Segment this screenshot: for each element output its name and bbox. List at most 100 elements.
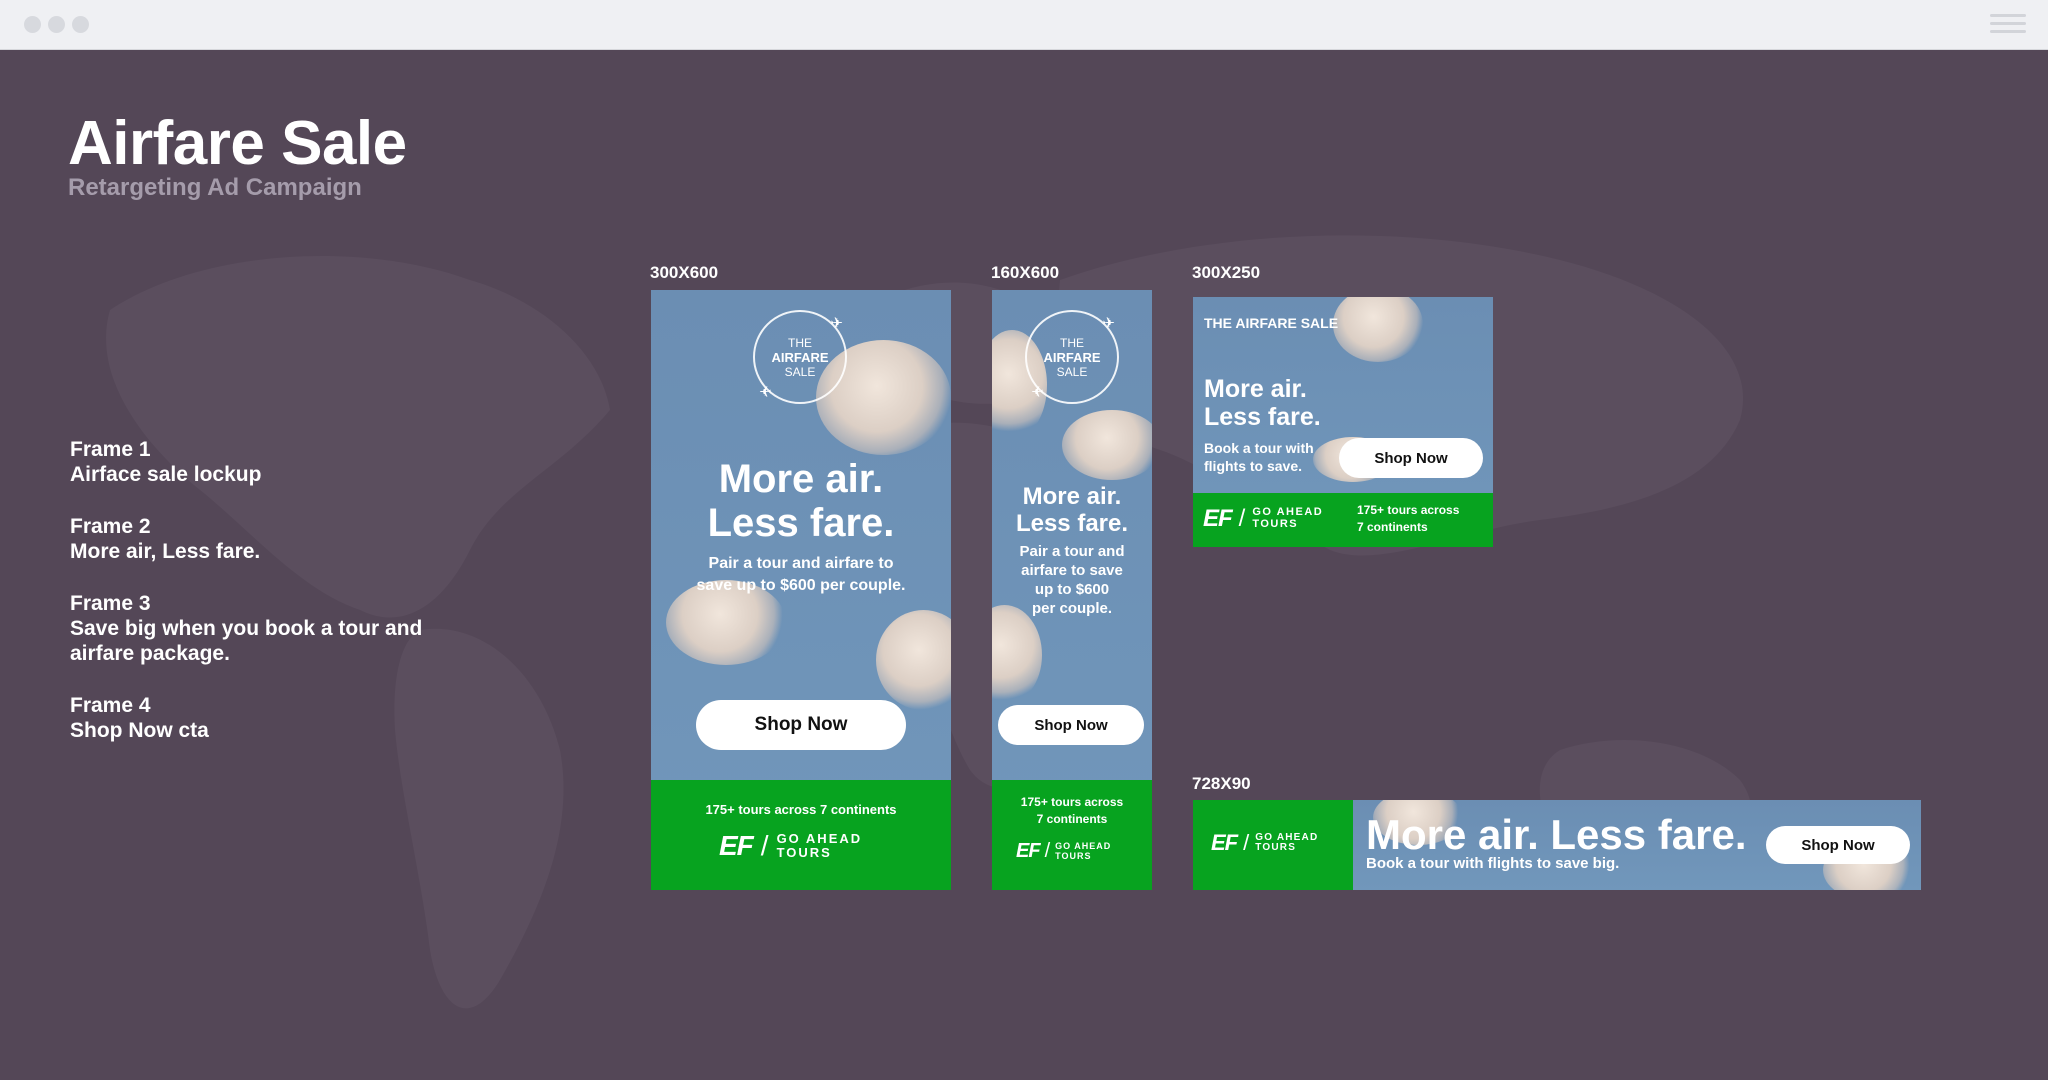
headline-line: More air.: [718, 457, 884, 501]
frame-item: Frame 3 Save big when you book a tour an…: [70, 591, 470, 666]
ef-go-ahead-tours-logo: EF / GO AHEAD TOURS: [719, 830, 862, 862]
tours-count-text: 175+ tours across 7 continents: [705, 802, 897, 817]
airfare-sale-lockup: THE AIRFARE SALE ✈ ✈: [1025, 310, 1119, 404]
window-maximize-dot[interactable]: [72, 16, 89, 33]
ad-headline: More air. Less fare.: [992, 483, 1152, 537]
subtext-line: Book a tour with: [1204, 440, 1314, 456]
headline-line: Less fare.: [1015, 510, 1129, 537]
ef-go-ahead-tours-logo: EF / GO AHEAD TOURS: [1016, 840, 1111, 863]
tours-count-text: 175+ tours across 7 continents: [1357, 502, 1459, 536]
logo-mark: EF: [719, 830, 754, 861]
subtext-line: Pair a tour and: [1019, 543, 1125, 560]
airplane-icon: ✈: [1031, 382, 1044, 399]
ad-160x600[interactable]: THE AIRFARE SALE ✈ ✈ More air. Less fare…: [992, 290, 1152, 890]
ad-subtext: Pair a tour and airfare to save up to $6…: [651, 553, 951, 597]
lockup-airfare: AIRFARE: [1043, 349, 1101, 365]
lockup-airfare: AIRFARE: [771, 349, 829, 365]
shop-now-button[interactable]: Shop Now: [1339, 438, 1483, 478]
tours-count-text: 175+ tours across 7 continents: [992, 794, 1152, 828]
logo-line: TOURS: [776, 845, 832, 860]
brand-footer: 175+ tours across 7 continents EF / GO A…: [651, 780, 951, 890]
logo-line: TOURS: [1055, 850, 1092, 861]
frame-description: Shop Now cta: [70, 719, 209, 742]
window-close-dot[interactable]: [24, 16, 41, 33]
logo-divider: /: [760, 830, 769, 861]
logo-line: TOURS: [1252, 518, 1299, 530]
ad-size-label-160x600: 160X600: [991, 263, 1060, 282]
logo-wordmark: GO AHEAD TOURS: [777, 832, 863, 859]
frame-title: Frame 4: [70, 694, 151, 717]
subtext-line: flights to save.: [1204, 458, 1303, 474]
ad-728x90[interactable]: EF / GO AHEAD TOURS More air. Less fare.…: [1193, 800, 1921, 890]
logo-line: GO AHEAD: [776, 831, 863, 847]
logo-divider: /: [1243, 830, 1250, 855]
frame-item: Frame 4 Shop Now cta: [70, 693, 470, 743]
ad-size-label-300x600: 300X600: [650, 263, 719, 282]
lockup-the: THE: [788, 335, 812, 350]
headline-line: Less fare.: [707, 501, 895, 545]
logo-mark: EF: [1203, 505, 1233, 532]
frame-item: Frame 2 More air, Less fare.: [70, 514, 470, 564]
shop-now-button[interactable]: Shop Now: [696, 700, 906, 750]
brand-footer: 175+ tours across 7 continents EF / GO A…: [992, 780, 1152, 890]
subtext-line: save up to $600 per couple.: [696, 577, 906, 594]
frame-title: Frame 3: [70, 592, 151, 615]
airplane-icon: ✈: [830, 315, 843, 332]
brand-footer: EF / GO AHEAD TOURS 175+ tours across 7 …: [1193, 493, 1493, 547]
shop-now-button[interactable]: Shop Now: [1766, 826, 1910, 864]
ef-go-ahead-tours-logo: EF / GO AHEAD TOURS: [1203, 505, 1323, 533]
airplane-icon: ✈: [1102, 315, 1115, 332]
ef-go-ahead-tours-logo: EF / GO AHEAD TOURS: [1211, 830, 1318, 856]
ad-subtext: Pair a tour and airfare to save up to $6…: [992, 542, 1152, 618]
logo-wordmark: GO AHEAD TOURS: [1255, 832, 1318, 854]
ad-headline: More air. Less fare.: [1366, 811, 1747, 858]
headline-line: Less fare.: [1204, 403, 1321, 431]
logo-divider: /: [1238, 505, 1246, 532]
ad-size-label-300x250: 300X250: [1192, 263, 1261, 282]
frame-description: More air, Less fare.: [70, 540, 261, 563]
tours-line: 7 continents: [1357, 520, 1428, 534]
ad-subtext: Book a tour with flights to save big.: [1366, 855, 1620, 872]
lockup-sale: SALE: [784, 364, 816, 379]
ad-headline: More air. Less fare.: [1204, 375, 1321, 431]
tours-line: 7 continents: [1036, 812, 1108, 826]
frame-title: Frame 2: [70, 515, 151, 538]
ad-kicker: THE AIRFARE SALE: [1204, 315, 1339, 331]
airfare-sale-lockup: THE AIRFARE SALE ✈ ✈: [753, 310, 847, 404]
airplane-icon: ✈: [759, 382, 772, 399]
subtext-line: per couple.: [1031, 600, 1113, 617]
frame-description: Airface sale lockup: [70, 463, 262, 486]
ad-size-label-728x90: 728X90: [1192, 774, 1251, 793]
window-titlebar: [0, 0, 2048, 50]
frame-item: Frame 1 Airface sale lockup: [70, 437, 470, 487]
ad-300x600[interactable]: THE AIRFARE SALE ✈ ✈ More air. Less fare…: [651, 290, 951, 890]
logo-line: TOURS: [1255, 842, 1297, 853]
frame-list: Frame 1 Airface sale lockup Frame 2 More…: [70, 437, 470, 770]
ad-headline: More air. Less fare.: [651, 457, 951, 545]
tours-line: 175+ tours across: [1357, 503, 1460, 517]
window-minimize-dot[interactable]: [48, 16, 65, 33]
lockup-sale: SALE: [1056, 364, 1088, 379]
headline-line: More air.: [1204, 375, 1307, 403]
subtext-line: Pair a tour and airfare to: [708, 555, 894, 572]
headline-line: More air.: [1022, 483, 1122, 510]
logo-wordmark: GO AHEAD TOURS: [1252, 507, 1323, 530]
shop-now-button[interactable]: Shop Now: [998, 705, 1144, 745]
page-subtitle: Retargeting Ad Campaign: [68, 174, 362, 201]
logo-wordmark: GO AHEAD TOURS: [1055, 841, 1111, 861]
logo-divider: /: [1044, 840, 1051, 862]
frame-title: Frame 1: [70, 438, 151, 461]
cloud-image: [1062, 410, 1152, 480]
frame-description: Save big when you book a tour and airfar…: [70, 617, 423, 665]
subtext-line: airfare to save: [1021, 562, 1123, 579]
subtext-line: up to $600: [1034, 581, 1110, 598]
logo-mark: EF: [1016, 840, 1041, 862]
ad-subtext: Book a tour with flights to save.: [1204, 439, 1314, 475]
tours-line: 175+ tours across: [1020, 795, 1124, 809]
hamburger-menu-icon[interactable]: [1990, 14, 2026, 34]
brand-panel: EF / GO AHEAD TOURS: [1193, 800, 1353, 890]
logo-mark: EF: [1211, 830, 1238, 855]
ad-300x250[interactable]: THE AIRFARE SALE More air. Less fare. Bo…: [1193, 297, 1493, 547]
page-title: Airfare Sale: [68, 109, 407, 178]
lockup-the: THE: [1060, 335, 1084, 350]
